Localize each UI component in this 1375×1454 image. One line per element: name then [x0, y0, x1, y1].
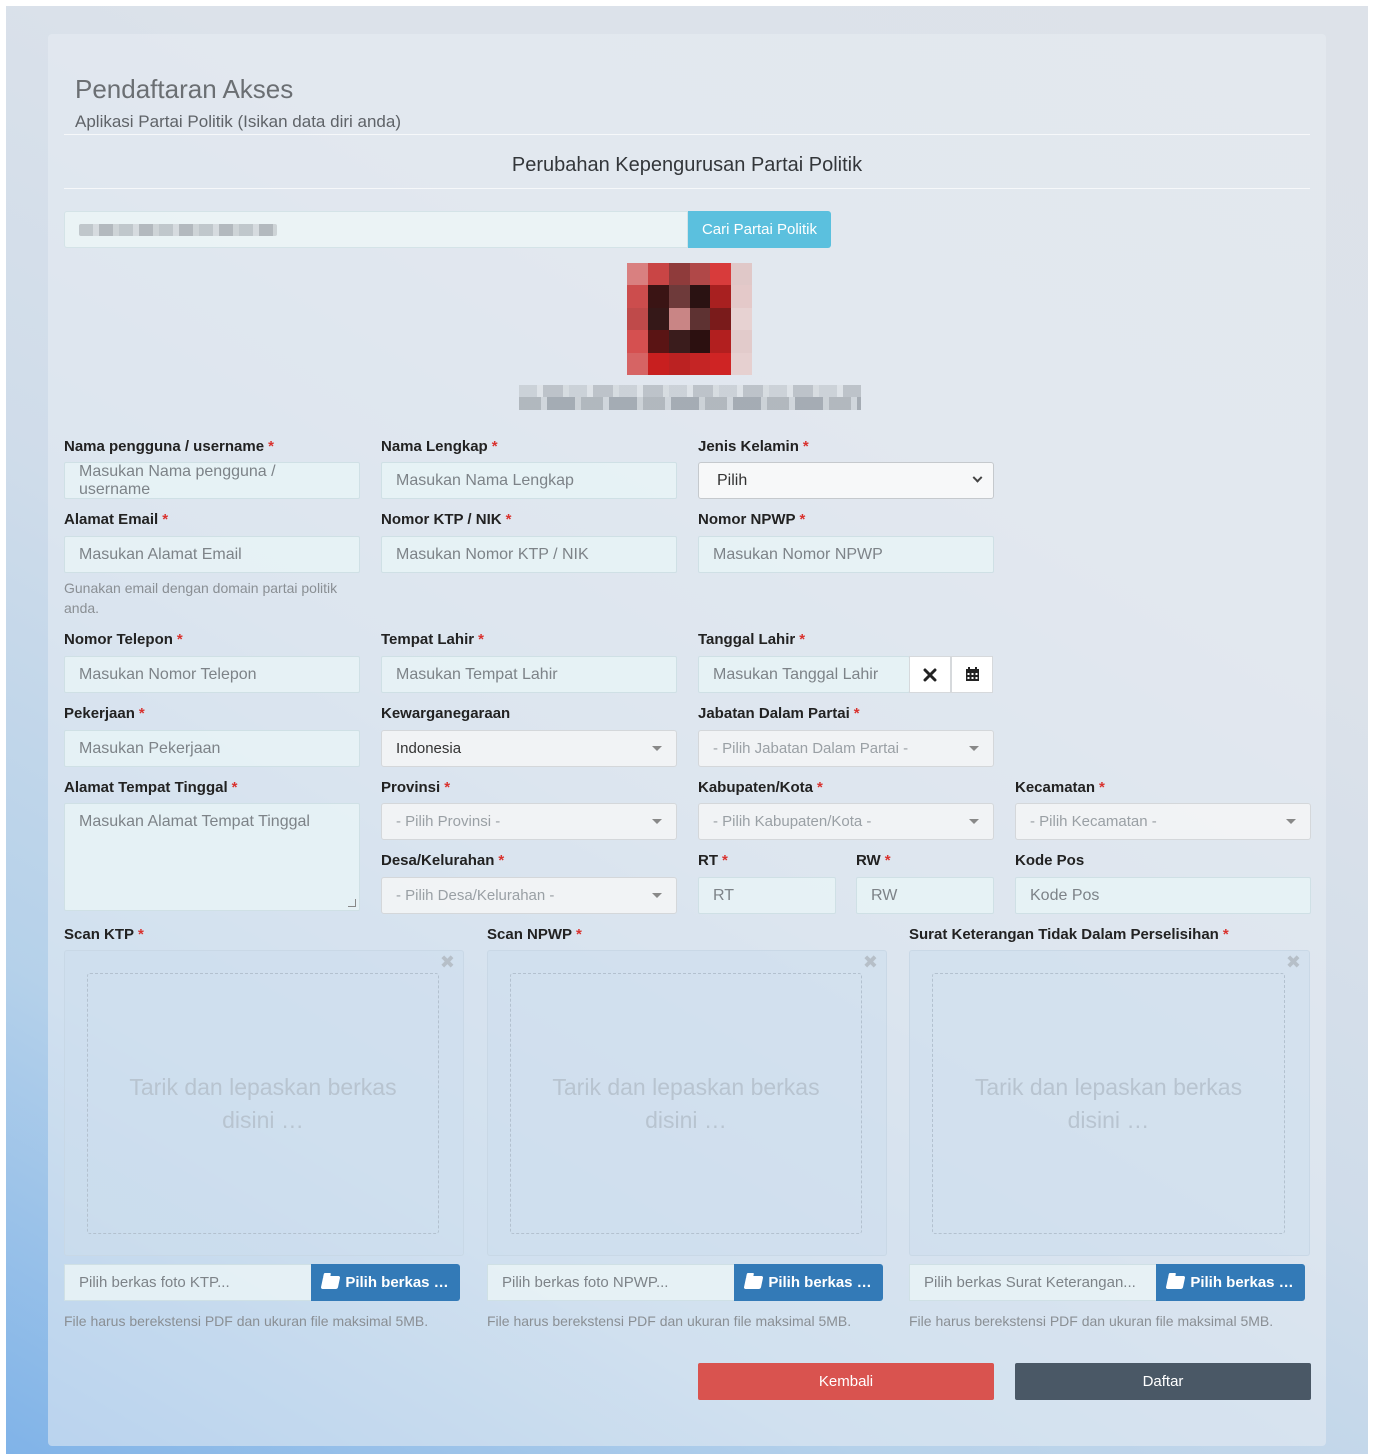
village-select[interactable]: - Pilih Desa/Kelurahan -: [381, 877, 677, 914]
fullname-label: Nama Lengkap *: [381, 438, 498, 455]
citizenship-label: Kewarganegaraan: [381, 705, 511, 722]
register-button[interactable]: Daftar: [1015, 1363, 1311, 1400]
village-label: Desa/Kelurahan *: [381, 852, 505, 869]
rw-label: RW *: [856, 852, 891, 869]
caret-down-icon: [652, 893, 662, 898]
job-label: Pekerjaan *: [64, 705, 145, 722]
ktp-browse-button[interactable]: Pilih berkas …: [311, 1264, 460, 1301]
surat-browse-button[interactable]: Pilih berkas …: [1156, 1264, 1305, 1301]
birthdate-input[interactable]: Masukan Tanggal Lahir: [698, 656, 910, 693]
surat-dropzone[interactable]: ✖ Tarik dan lepaskan berkas disini …: [909, 950, 1310, 1256]
position-select[interactable]: - Pilih Jabatan Dalam Partai -: [698, 730, 994, 767]
citizenship-select[interactable]: Indonesia: [381, 730, 677, 767]
dropzone-text: Tarik dan lepaskan berkas disini …: [932, 973, 1285, 1234]
district-label: Kecamatan *: [1015, 779, 1105, 796]
caret-down-icon: [652, 746, 662, 751]
email-label: Alamat Email *: [64, 511, 169, 528]
search-party-button[interactable]: Cari Partai Politik: [688, 211, 831, 248]
phone-label: Nomor Telepon *: [64, 631, 183, 648]
resize-handle[interactable]: [348, 899, 356, 907]
folder-open-icon: [320, 1276, 341, 1289]
rw-input[interactable]: RW: [856, 877, 994, 914]
npwp-file-note: File harus berekstensi PDF dan ukuran fi…: [487, 1313, 852, 1329]
ktp-dropzone[interactable]: ✖ Tarik dan lepaskan berkas disini …: [64, 950, 464, 1256]
calendar-icon[interactable]: [951, 656, 993, 693]
npwp-browse-button[interactable]: Pilih berkas …: [734, 1264, 883, 1301]
npwp-input[interactable]: Masukan Nomor NPWP: [698, 536, 994, 573]
divider: [64, 134, 1310, 135]
ktp-label: Nomor KTP / NIK *: [381, 511, 512, 528]
page-subtitle: Aplikasi Partai Politik (Isikan data dir…: [75, 112, 401, 131]
section-title: Perubahan Kepengurusan Partai Politik: [511, 154, 863, 176]
caret-down-icon: [1286, 819, 1296, 824]
chevron-down-icon: [972, 472, 983, 483]
dropzone-text: Tarik dan lepaskan berkas disini …: [510, 973, 862, 1234]
scan-ktp-label: Scan KTP *: [64, 926, 144, 943]
username-input[interactable]: Masukan Nama pengguna / username: [64, 462, 360, 499]
back-button[interactable]: Kembali: [698, 1363, 994, 1400]
email-input[interactable]: Masukan Alamat Email: [64, 536, 360, 573]
party-name-redacted: [519, 385, 861, 415]
party-logo: [627, 263, 752, 375]
caret-down-icon: [652, 819, 662, 824]
folder-open-icon: [743, 1276, 764, 1289]
address-label: Alamat Tempat Tinggal *: [64, 779, 238, 796]
npwp-file-input[interactable]: Pilih berkas foto NPWP...: [487, 1264, 735, 1301]
party-search-input[interactable]: [64, 211, 688, 248]
surat-keterangan-label: Surat Keterangan Tidak Dalam Perselisiha…: [909, 926, 1229, 943]
close-icon[interactable]: ✖: [863, 952, 878, 973]
birthplace-input[interactable]: Masukan Tempat Lahir: [381, 656, 677, 693]
caret-down-icon: [969, 819, 979, 824]
page-title: Pendaftaran Akses: [75, 74, 294, 104]
caret-down-icon: [969, 746, 979, 751]
ktp-file-input[interactable]: Pilih berkas foto KTP...: [64, 1264, 312, 1301]
regency-label: Kabupaten/Kota *: [698, 779, 823, 796]
close-icon[interactable]: ✖: [1286, 952, 1301, 973]
district-select[interactable]: - Pilih Kecamatan -: [1015, 803, 1311, 840]
province-label: Provinsi *: [381, 779, 451, 796]
job-input[interactable]: Masukan Pekerjaan: [64, 730, 360, 767]
gender-label: Jenis Kelamin *: [698, 438, 809, 455]
postal-label: Kode Pos: [1015, 852, 1085, 869]
province-select[interactable]: - Pilih Provinsi -: [381, 803, 677, 840]
gender-select[interactable]: Pilih: [698, 462, 994, 499]
ktp-input[interactable]: Masukan Nomor KTP / NIK: [381, 536, 677, 573]
npwp-label: Nomor NPWP *: [698, 511, 806, 528]
divider: [64, 188, 1310, 189]
close-icon[interactable]: ✖: [440, 952, 455, 973]
rt-label: RT *: [698, 852, 728, 869]
surat-file-note: File harus berekstensi PDF dan ukuran fi…: [909, 1313, 1274, 1329]
folder-open-icon: [1165, 1276, 1186, 1289]
birthplace-label: Tempat Lahir *: [381, 631, 484, 648]
postal-input[interactable]: Kode Pos: [1015, 877, 1311, 914]
redacted-text: [79, 223, 277, 236]
address-textarea[interactable]: Masukan Alamat Tempat Tinggal: [64, 803, 360, 911]
surat-file-input[interactable]: Pilih berkas Surat Keterangan...: [909, 1264, 1157, 1301]
regency-select[interactable]: - Pilih Kabupaten/Kota -: [698, 803, 994, 840]
email-help-text: Gunakan email dengan domain partai polit…: [64, 580, 338, 616]
ktp-file-note: File harus berekstensi PDF dan ukuran fi…: [64, 1313, 429, 1329]
fullname-input[interactable]: Masukan Nama Lengkap: [381, 462, 677, 499]
dropzone-text: Tarik dan lepaskan berkas disini …: [87, 973, 439, 1234]
phone-input[interactable]: Masukan Nomor Telepon: [64, 656, 360, 693]
rt-input[interactable]: RT: [698, 877, 836, 914]
npwp-dropzone[interactable]: ✖ Tarik dan lepaskan berkas disini …: [487, 950, 887, 1256]
position-label: Jabatan Dalam Partai *: [698, 705, 860, 722]
username-label: Nama pengguna / username *: [64, 438, 274, 455]
times-icon[interactable]: [909, 656, 951, 693]
scan-npwp-label: Scan NPWP *: [487, 926, 582, 943]
birthdate-label: Tanggal Lahir *: [698, 631, 806, 648]
